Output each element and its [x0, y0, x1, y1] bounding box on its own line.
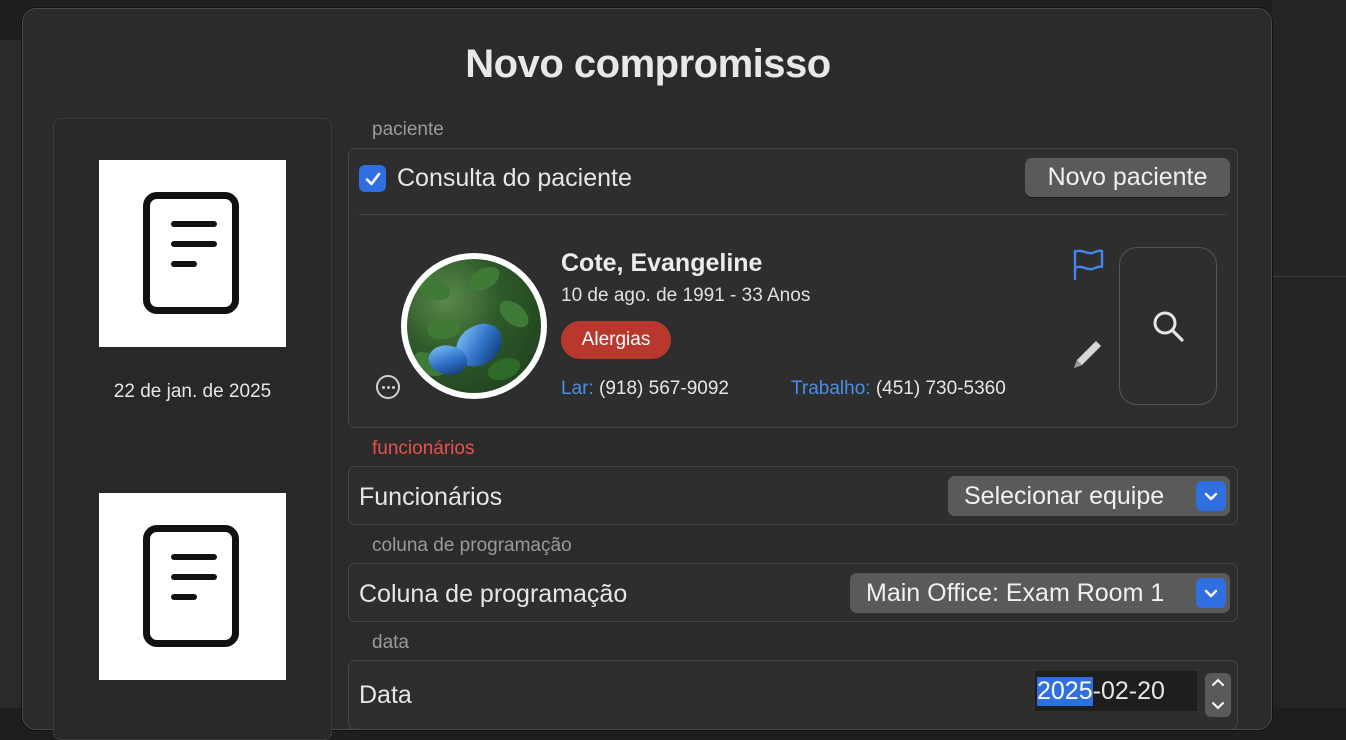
schedule-field-label: Coluna de programação — [359, 580, 628, 608]
avatar-image — [407, 259, 541, 393]
new-patient-button[interactable]: Novo paciente — [1025, 158, 1230, 197]
background-divider — [1272, 276, 1346, 277]
home-phone-value: (918) 567-9092 — [599, 378, 729, 399]
staff-field-label: Funcionários — [359, 483, 503, 511]
document-panel: 22 de jan. de 2025 — [53, 118, 332, 740]
document-icon — [143, 192, 239, 314]
flag-icon[interactable] — [1071, 247, 1105, 281]
patient-dob-age: 10 de ago. de 1991 - 33 Anos — [561, 285, 811, 306]
section-label-schedule: coluna de programação — [372, 535, 572, 556]
popup-value: Selecionar equipe — [964, 481, 1165, 510]
thumbnail-date: 22 de jan. de 2025 — [113, 381, 272, 402]
document-thumbnail[interactable] — [99, 493, 286, 680]
section-label-patient: paciente — [372, 119, 444, 140]
allergy-badge[interactable]: Alergias — [561, 321, 671, 359]
divider — [359, 214, 1227, 215]
checkmark-icon — [365, 172, 380, 185]
document-thumbnail[interactable] — [99, 160, 286, 347]
home-phone-label: Lar: — [561, 378, 594, 399]
background-sidebar-fragment — [0, 40, 22, 708]
patient-name: Cote, Evangeline — [561, 249, 763, 277]
date-box: Data 2025 -02-20 — [348, 660, 1238, 730]
pencil-icon[interactable] — [1069, 337, 1105, 373]
document-icon — [143, 525, 239, 647]
dialog-title: Novo compromisso — [465, 42, 831, 86]
work-phone-value: (451) 730-5360 — [875, 378, 1006, 399]
stepper-icon[interactable] — [1205, 673, 1231, 717]
section-label-staff: funcionários — [372, 438, 475, 459]
patient-box: Consulta do paciente Novo paciente Cote,… — [348, 148, 1238, 428]
ellipsis-circle-icon[interactable] — [376, 375, 400, 399]
chevron-down-icon — [1196, 481, 1226, 511]
chevron-down-icon — [1196, 578, 1226, 608]
section-label-date: data — [372, 632, 409, 653]
checkbox-label: Consulta do paciente — [397, 164, 632, 192]
work-phone[interactable]: Trabalho: (451) 730-5360 — [791, 378, 1032, 404]
staff-box: Funcionários Selecionar equipe — [348, 466, 1238, 525]
date-rest: -02-20 — [1092, 676, 1165, 705]
patient-appointment-checkbox[interactable] — [359, 165, 386, 192]
work-phone-label: Trabalho: — [791, 378, 871, 399]
popup-value: Main Office: Exam Room 1 — [866, 578, 1165, 607]
date-field-label: Data — [359, 681, 412, 709]
select-team-popup[interactable]: Selecionar equipe — [948, 476, 1230, 516]
schedule-box: Coluna de programação Main Office: Exam … — [348, 563, 1238, 622]
patient-search-button[interactable] — [1119, 247, 1217, 405]
magnifying-glass-icon — [1153, 311, 1184, 342]
background-right-fragment — [1272, 0, 1346, 708]
date-year-selected: 2025 — [1037, 676, 1093, 706]
schedule-column-popup[interactable]: Main Office: Exam Room 1 — [850, 573, 1230, 613]
date-input[interactable]: 2025 -02-20 — [1035, 671, 1197, 711]
home-phone[interactable]: Lar: (918) 567-9092 — [561, 378, 729, 400]
avatar[interactable] — [401, 253, 547, 399]
